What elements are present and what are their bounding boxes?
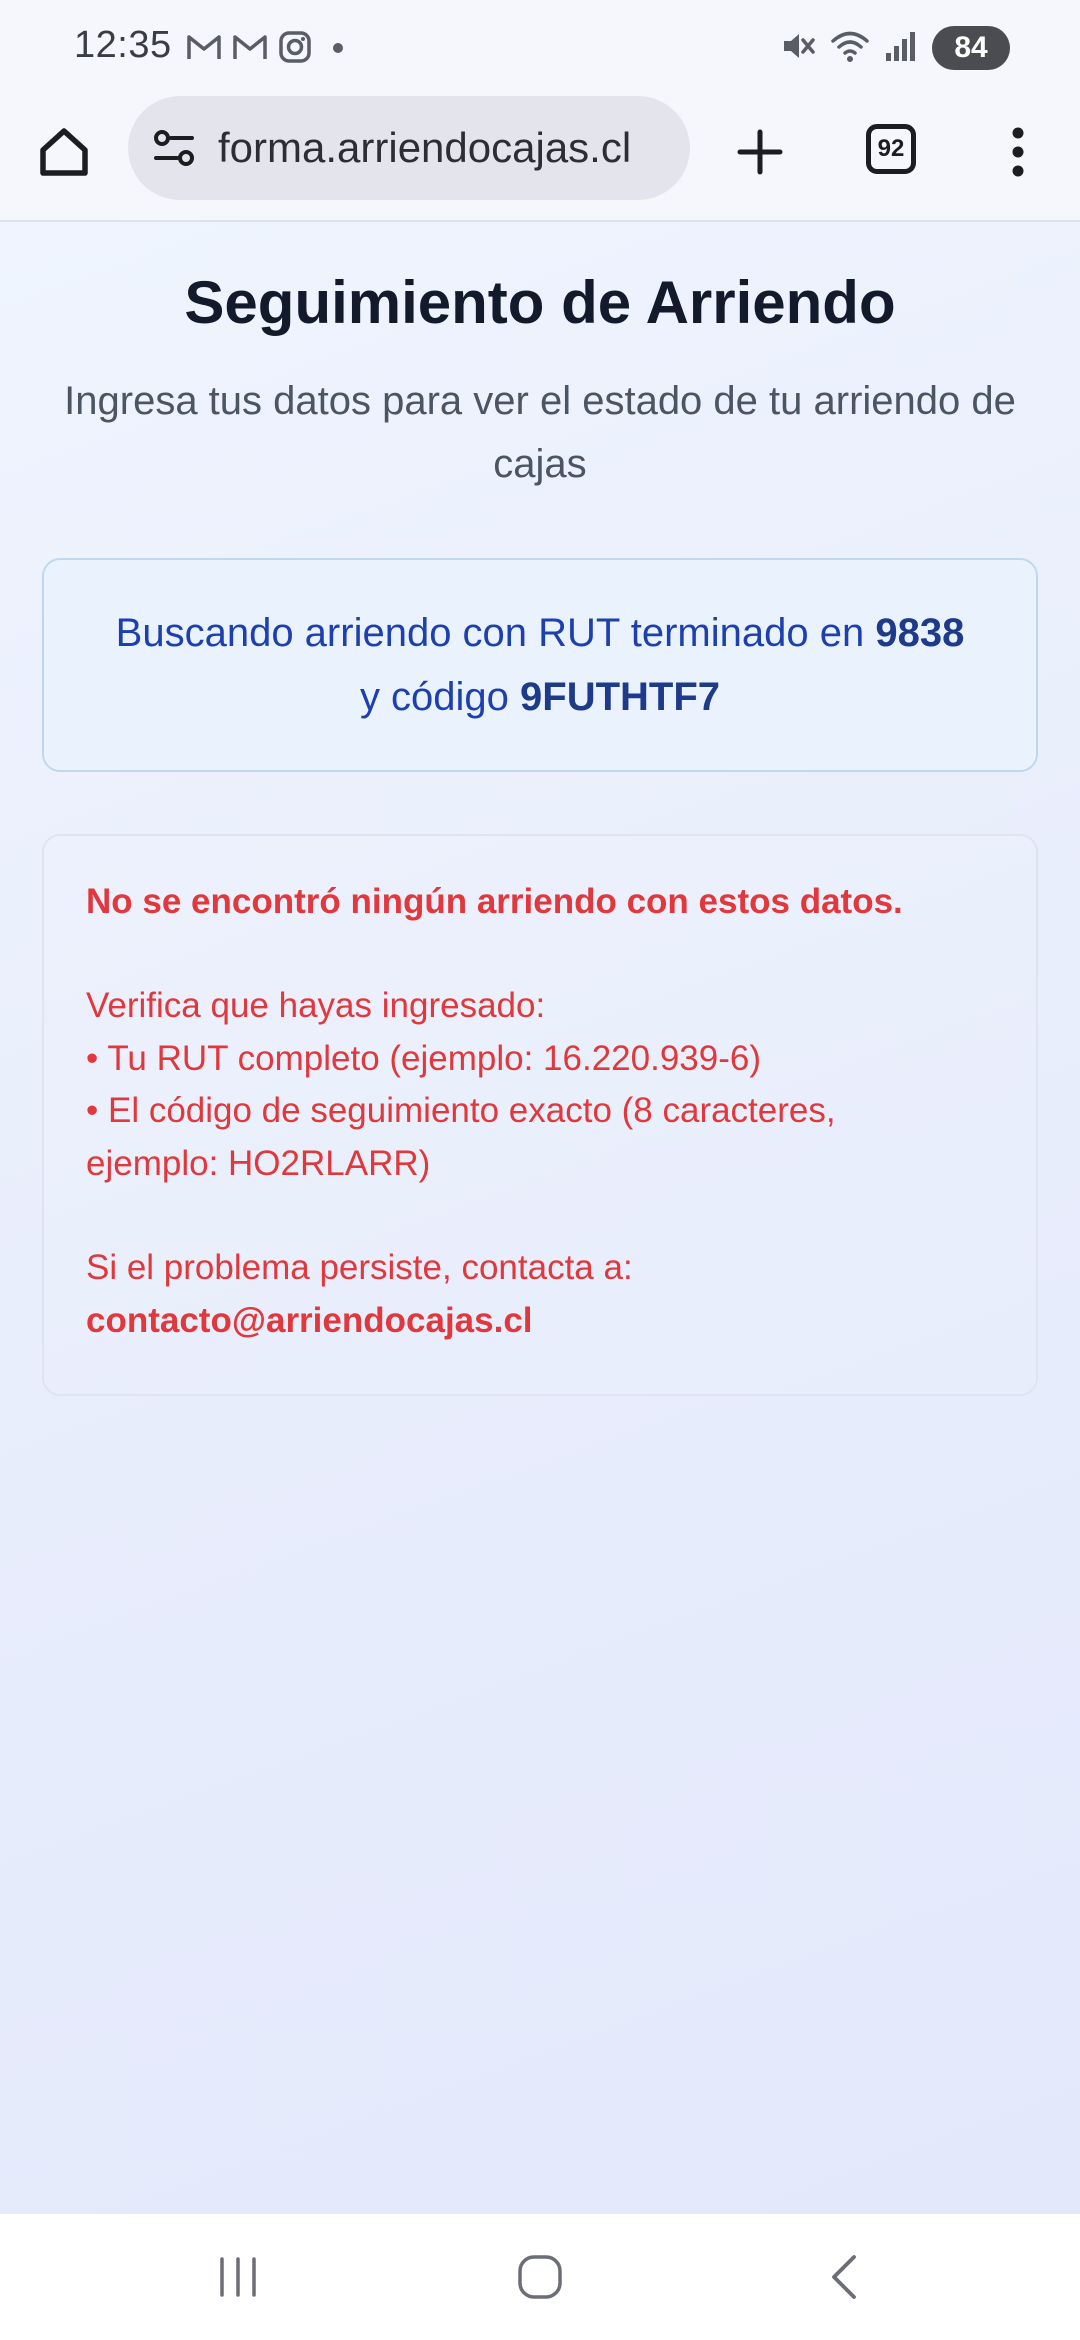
contact-intro: Si el problema persiste, contacta a: <box>86 1248 633 1287</box>
browser-toolbar: forma.arriendocajas.cl 92 <box>0 96 1080 222</box>
plus-icon <box>737 129 783 175</box>
verify-bullet-code-line1: • El código de seguimiento exacto (8 car… <box>86 1091 836 1130</box>
verify-bullet-code-line2: ejemplo: HO2RLARR) <box>86 1143 431 1183</box>
new-tab-button[interactable] <box>728 120 792 184</box>
search-info-box: Buscando arriendo con RUT terminado en 9… <box>42 558 1038 772</box>
signal-icon <box>884 29 918 68</box>
search-info-text: Buscando arriendo con RUT terminado en 9… <box>116 601 965 729</box>
contact-email-link[interactable]: contacto@arriendocajas.cl <box>86 1295 994 1347</box>
status-time: 12:35 <box>74 24 172 66</box>
error-message-box: No se encontró ningún arriendo con estos… <box>42 834 1038 1396</box>
recent-apps-icon <box>220 2257 256 2297</box>
rut-suffix: 9838 <box>875 611 965 655</box>
page-title: Seguimiento de Arriendo <box>184 269 896 336</box>
instagram-icon <box>278 30 312 69</box>
page-subtitle: Ingresa tus datos para ver el estado de … <box>64 379 1016 486</box>
gmail-icon <box>186 32 222 67</box>
status-bar: 12:35 84 <box>0 0 1080 96</box>
home-button[interactable] <box>32 120 96 184</box>
home-icon <box>40 128 88 176</box>
error-heading: No se encontró ningún arriendo con estos… <box>86 882 903 921</box>
tab-switcher-button[interactable]: 92 <box>866 124 916 174</box>
home-nav-button[interactable] <box>500 2244 580 2310</box>
dot-icon <box>332 41 344 59</box>
info-prefix: Buscando arriendo con RUT terminado en <box>115 611 876 655</box>
wifi-icon <box>830 28 870 69</box>
recent-apps-button[interactable] <box>198 2244 278 2310</box>
back-button[interactable] <box>804 2244 884 2310</box>
system-icons: 84 <box>780 26 1010 70</box>
more-vert-icon <box>1012 127 1024 177</box>
verify-bullet-rut: • Tu RUT completo (ejemplo: 16.220.939-6… <box>86 1038 761 1078</box>
verify-intro: Verifica que hayas ingresado: <box>86 986 546 1025</box>
info-middle: y código <box>359 675 521 719</box>
site-settings-icon[interactable] <box>150 124 198 172</box>
battery-indicator: 84 <box>932 26 1010 70</box>
system-nav-bar <box>0 2214 1080 2340</box>
home-circle-icon <box>518 2255 562 2299</box>
page-content: Seguimiento de Arriendo Ingresa tus dato… <box>0 222 1080 2214</box>
notification-icons <box>186 30 344 69</box>
tracking-code: 9FUTHTF7 <box>520 675 721 719</box>
more-menu-button[interactable] <box>994 120 1042 184</box>
url-text: forma.arriendocajas.cl <box>218 124 632 171</box>
gmail-icon <box>232 32 268 67</box>
back-chevron-icon <box>832 2255 856 2299</box>
mute-icon <box>780 28 816 69</box>
url-bar[interactable]: forma.arriendocajas.cl <box>128 96 690 200</box>
